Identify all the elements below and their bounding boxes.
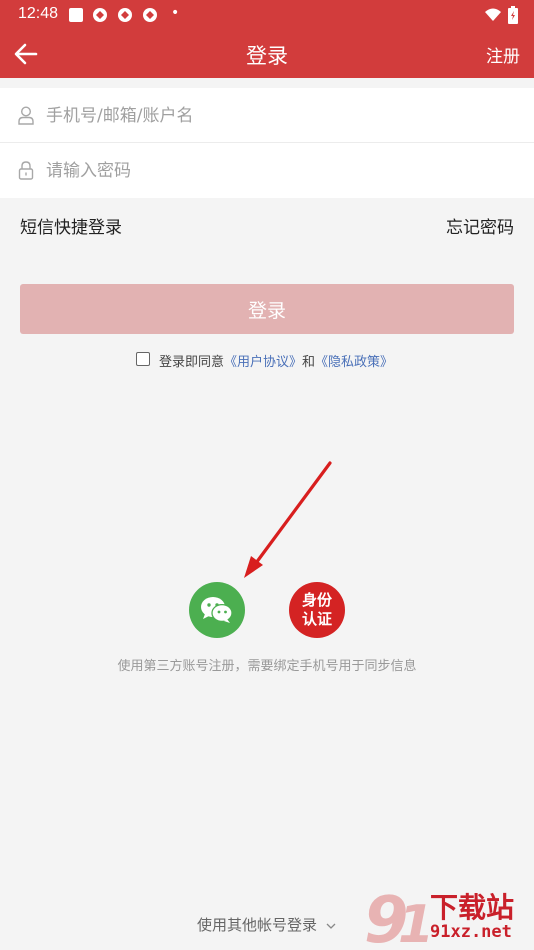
watermark-brand: 下载站 [430, 891, 515, 924]
register-button[interactable]: 注册 [486, 42, 520, 67]
lock-icon [18, 161, 34, 180]
wechat-login-button[interactable] [189, 582, 245, 638]
battery-icon [508, 6, 518, 24]
password-field [0, 143, 534, 198]
privacy-policy-link[interactable]: 《隐私政策》 [315, 355, 393, 370]
login-form [0, 88, 534, 198]
notification-app-icon [93, 8, 107, 22]
notification-app-icon [118, 8, 132, 22]
login-button[interactable]: 登录 [20, 284, 514, 334]
agreement-checkbox[interactable] [136, 352, 150, 366]
sms-login-link[interactable]: 短信快捷登录 [20, 213, 122, 238]
account-input[interactable] [44, 100, 518, 132]
app-bar: 登录 注册 [0, 30, 534, 78]
svg-text:1: 1 [398, 895, 428, 950]
agreement-prefix: 登录即同意 [159, 355, 225, 370]
forgot-password-link[interactable]: 忘记密码 [446, 213, 514, 238]
wechat-icon [201, 597, 233, 623]
chevron-down-icon [326, 923, 336, 929]
id-card-label-top: 身份 [301, 591, 332, 609]
notification-app-icon [143, 8, 157, 22]
account-field [0, 88, 534, 143]
user-agreement-link[interactable]: 《用户协议》 [224, 355, 302, 370]
page-title: 登录 [246, 44, 288, 68]
annotation-arrow [244, 461, 332, 578]
other-login-label: 使用其他帐号登录 [197, 916, 318, 934]
status-dot: • [171, 5, 180, 21]
status-bar: 12:48 • [0, 0, 534, 30]
id-card-login-button[interactable]: 身份 认证 [289, 582, 345, 638]
agreement-and: 和 [302, 355, 316, 370]
third-party-hint: 使用第三方账号注册，需要绑定手机号用于同步信息 [117, 659, 417, 674]
other-login-link[interactable]: 使用其他帐号登录 [197, 914, 337, 935]
watermark-url: 91xz.net [430, 922, 512, 942]
password-input[interactable] [44, 155, 518, 187]
notification-square-icon [69, 8, 83, 22]
watermark-logo: 9 1 [364, 884, 428, 950]
agreement-text: 登录即同意《用户协议》和《隐私政策》 [159, 351, 393, 370]
wifi-icon [485, 8, 501, 21]
id-card-label-bottom: 认证 [301, 610, 332, 628]
status-time: 12:48 [18, 5, 59, 22]
watermark: 9 1 下载站 91xz.net [362, 884, 534, 950]
user-icon [18, 106, 34, 125]
